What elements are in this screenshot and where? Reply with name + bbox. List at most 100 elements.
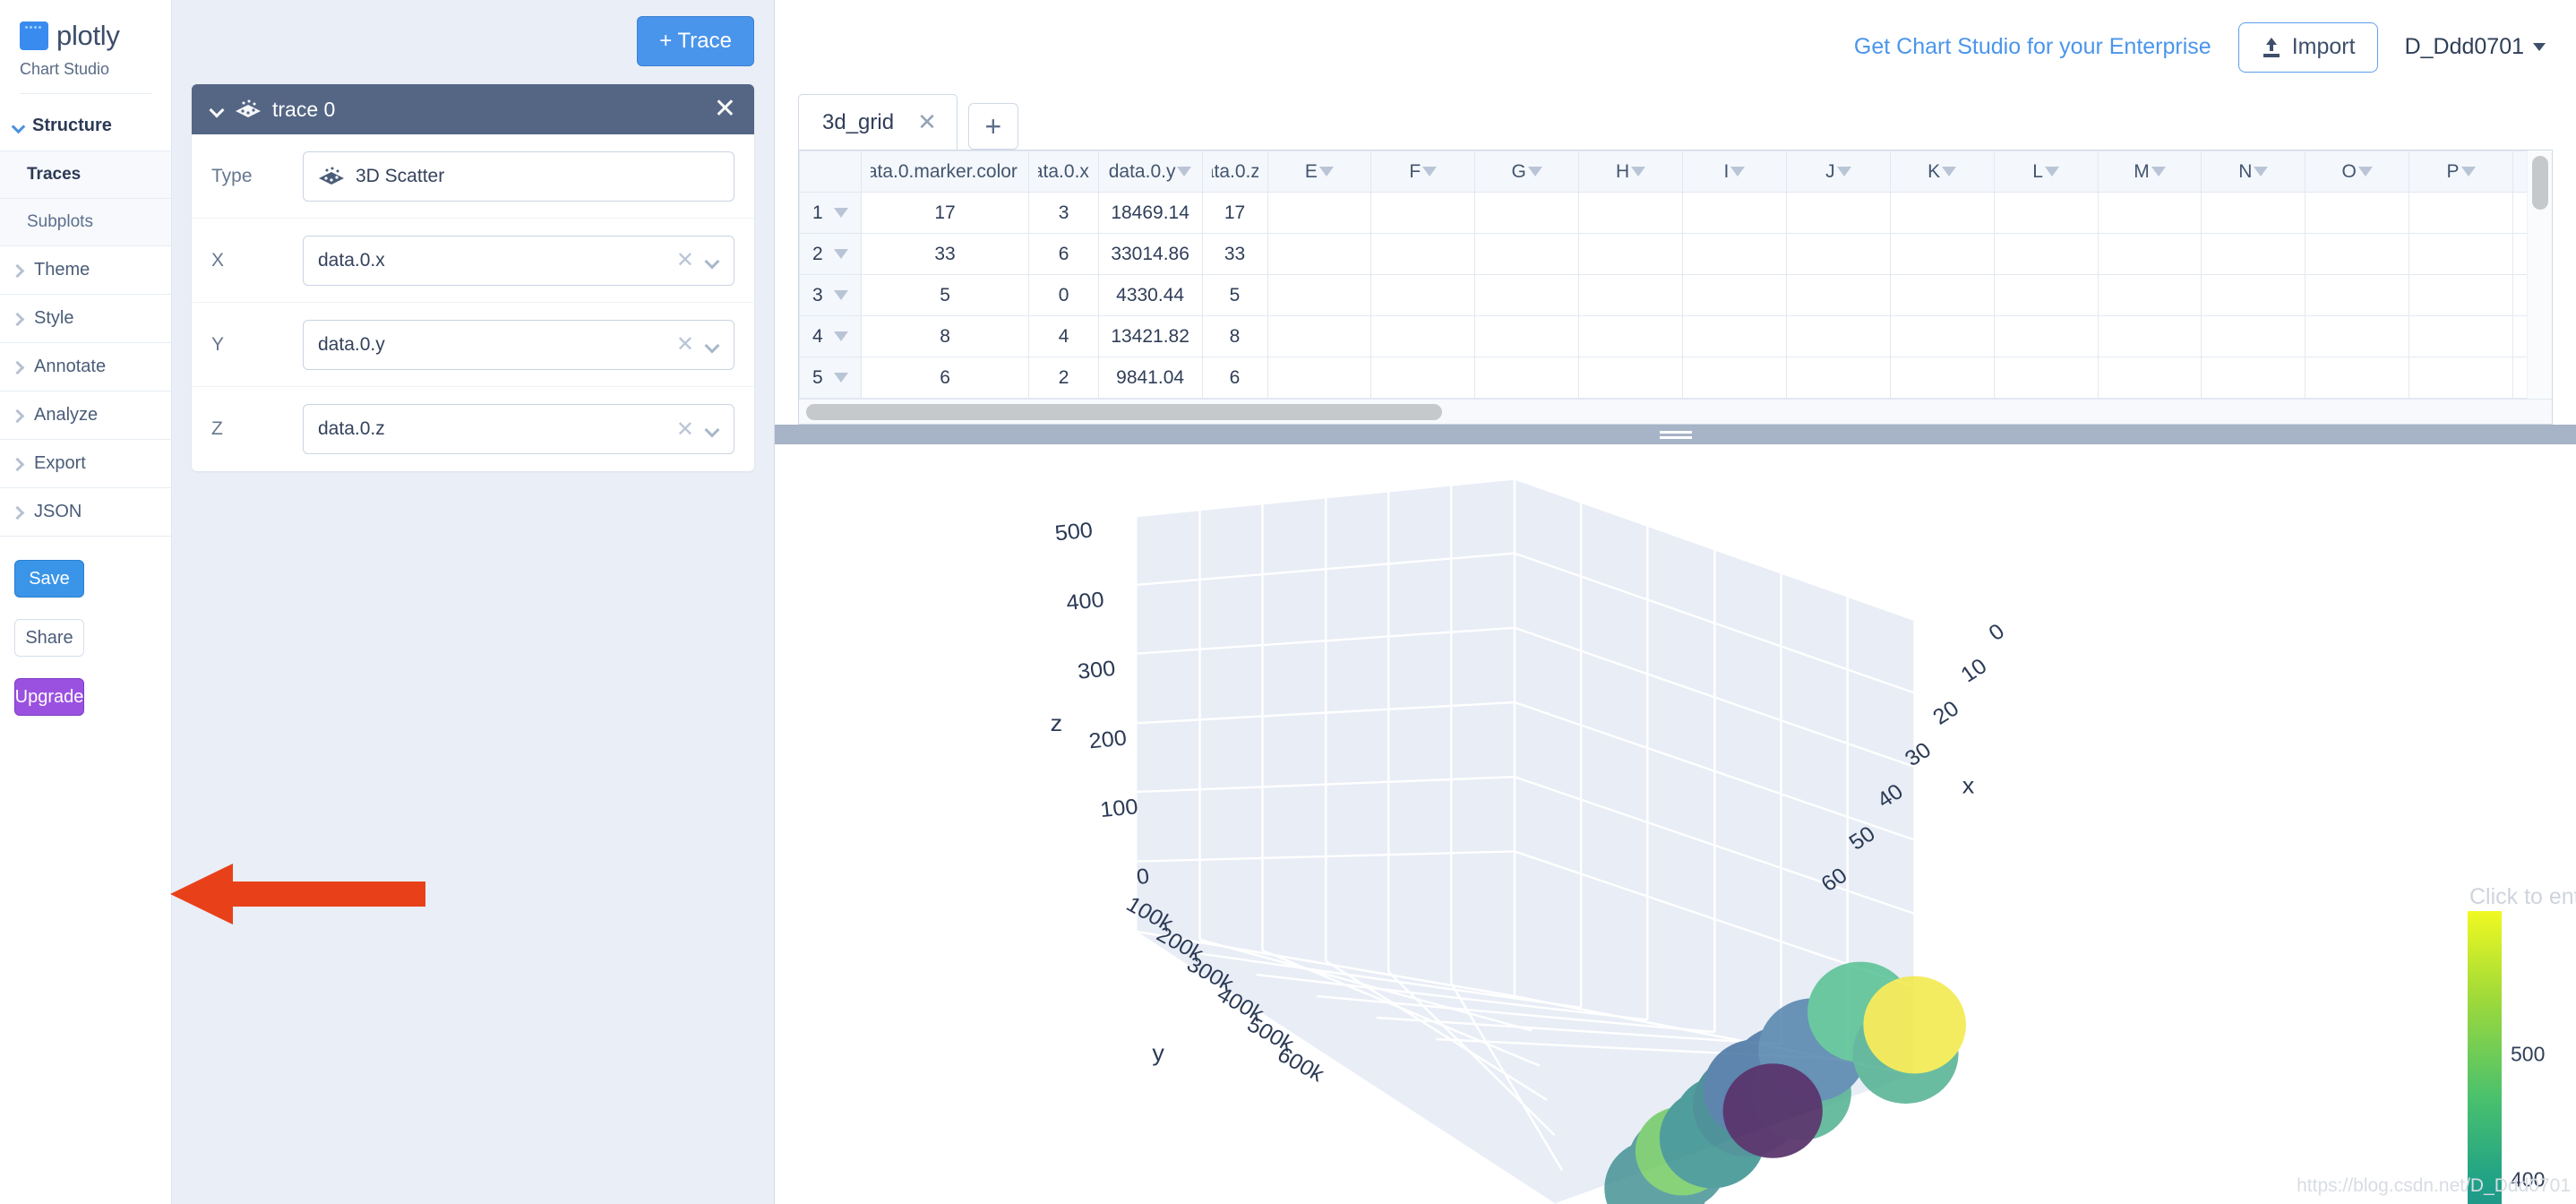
- cell[interactable]: [2202, 234, 2306, 275]
- cell[interactable]: [2306, 275, 2409, 316]
- cell[interactable]: 3: [1029, 193, 1098, 234]
- cell[interactable]: [1267, 193, 1371, 234]
- cell[interactable]: [1579, 357, 1683, 399]
- sidebar-item-json[interactable]: JSON: [0, 488, 171, 537]
- close-icon[interactable]: ✕: [714, 96, 736, 123]
- row-number-cell[interactable]: 2: [800, 234, 862, 275]
- x-select[interactable]: data.0.x ✕: [303, 236, 734, 286]
- grid-tab-3d_grid[interactable]: 3d_grid ✕: [798, 94, 957, 150]
- cell[interactable]: [1475, 316, 1579, 357]
- column-header-x[interactable]: data.0.x: [1029, 151, 1098, 193]
- cell[interactable]: [1890, 316, 1994, 357]
- cell[interactable]: [2306, 357, 2409, 399]
- type-select[interactable]: 3D Scatter: [303, 151, 734, 202]
- cell[interactable]: [1786, 316, 1890, 357]
- cell[interactable]: 9841.04: [1098, 357, 1202, 399]
- column-header-N[interactable]: N: [2202, 151, 2306, 193]
- cell[interactable]: 18469.14: [1098, 193, 1202, 234]
- cell[interactable]: [1683, 193, 1787, 234]
- sidebar-item-analyze[interactable]: Analyze: [0, 391, 171, 440]
- trace-card-header[interactable]: trace 0 ✕: [192, 84, 754, 134]
- chevron-down-icon[interactable]: [210, 102, 224, 116]
- cell[interactable]: [2409, 234, 2513, 275]
- cell[interactable]: [1267, 275, 1371, 316]
- cell[interactable]: [1994, 357, 2098, 399]
- cell[interactable]: [1683, 234, 1787, 275]
- cell[interactable]: [1371, 357, 1475, 399]
- cell[interactable]: 4: [1029, 316, 1098, 357]
- add-grid-tab-button[interactable]: +: [968, 103, 1018, 150]
- caret-down-icon[interactable]: [1730, 167, 1745, 176]
- chevron-down-icon[interactable]: [705, 254, 719, 268]
- cell[interactable]: [1786, 234, 1890, 275]
- row-number-cell[interactable]: 3: [800, 275, 862, 316]
- enterprise-link[interactable]: Get Chart Studio for your Enterprise: [1854, 34, 2211, 60]
- cell[interactable]: [1475, 234, 1579, 275]
- caret-down-icon[interactable]: [834, 249, 848, 259]
- cell[interactable]: 8: [1202, 316, 1267, 357]
- cell[interactable]: 4330.44: [1098, 275, 1202, 316]
- cell[interactable]: 5: [861, 275, 1029, 316]
- cell[interactable]: [1579, 316, 1683, 357]
- cell[interactable]: [2306, 193, 2409, 234]
- caret-down-icon[interactable]: [1019, 167, 1020, 176]
- y-select[interactable]: data.0.y ✕: [303, 320, 734, 370]
- column-header-H[interactable]: H: [1579, 151, 1683, 193]
- caret-down-icon[interactable]: [1177, 167, 1191, 176]
- cell[interactable]: 8: [861, 316, 1029, 357]
- cell[interactable]: [1683, 357, 1787, 399]
- caret-down-icon[interactable]: [2151, 167, 2166, 176]
- column-header-P[interactable]: P: [2409, 151, 2513, 193]
- column-header-y[interactable]: data.0.y: [1098, 151, 1202, 193]
- sidebar-item-annotate[interactable]: Annotate: [0, 343, 171, 391]
- cell[interactable]: 6: [861, 357, 1029, 399]
- cell[interactable]: [1786, 357, 1890, 399]
- clear-icon[interactable]: ✕: [676, 417, 694, 443]
- column-header-F[interactable]: F: [1371, 151, 1475, 193]
- cell[interactable]: 6: [1202, 357, 1267, 399]
- grid-vertical-scrollbar[interactable]: [2527, 150, 2552, 399]
- cell[interactable]: [2409, 275, 2513, 316]
- colorbar-title[interactable]: Click to ent: [2469, 884, 2576, 910]
- cell[interactable]: [1267, 316, 1371, 357]
- user-menu[interactable]: D_Ddd0701: [2405, 34, 2546, 60]
- cell[interactable]: [1890, 193, 1994, 234]
- caret-down-icon[interactable]: [1422, 167, 1437, 176]
- sidebar-item-style[interactable]: Style: [0, 295, 171, 343]
- cell[interactable]: 33014.86: [1098, 234, 1202, 275]
- cell[interactable]: 17: [861, 193, 1029, 234]
- upgrade-button[interactable]: Upgrade: [14, 678, 84, 716]
- cell[interactable]: [1267, 357, 1371, 399]
- cell[interactable]: [2202, 357, 2306, 399]
- cell[interactable]: [2409, 193, 2513, 234]
- cell[interactable]: [2098, 357, 2202, 399]
- sidebar-item-traces[interactable]: Traces: [0, 151, 171, 199]
- caret-down-icon[interactable]: [1942, 167, 1956, 176]
- caret-down-icon[interactable]: [834, 373, 848, 383]
- chevron-down-icon[interactable]: [705, 338, 719, 352]
- sidebar-item-theme[interactable]: Theme: [0, 246, 171, 295]
- close-icon[interactable]: ✕: [917, 108, 937, 136]
- sidebar-item-subplots[interactable]: Subplots: [0, 199, 171, 246]
- cell[interactable]: [1579, 275, 1683, 316]
- column-header-K[interactable]: K: [1890, 151, 1994, 193]
- chevron-down-icon[interactable]: [705, 422, 719, 436]
- caret-down-icon[interactable]: [2045, 167, 2059, 176]
- cell[interactable]: [1786, 193, 1890, 234]
- cell[interactable]: [1475, 357, 1579, 399]
- cell[interactable]: [1994, 234, 2098, 275]
- caret-down-icon[interactable]: [834, 331, 848, 341]
- cell[interactable]: 6: [1029, 234, 1098, 275]
- caret-down-icon[interactable]: [2254, 167, 2268, 176]
- save-button[interactable]: Save: [14, 560, 84, 598]
- cell[interactable]: [1371, 234, 1475, 275]
- panel-resize-handle[interactable]: [775, 425, 2576, 444]
- cell[interactable]: 17: [1202, 193, 1267, 234]
- cell[interactable]: [2098, 316, 2202, 357]
- cell[interactable]: 33: [861, 234, 1029, 275]
- sidebar-group-structure[interactable]: Structure: [0, 101, 171, 151]
- cell[interactable]: [2098, 234, 2202, 275]
- cell[interactable]: [1890, 357, 1994, 399]
- z-select[interactable]: data.0.z ✕: [303, 404, 734, 454]
- column-header-M[interactable]: M: [2098, 151, 2202, 193]
